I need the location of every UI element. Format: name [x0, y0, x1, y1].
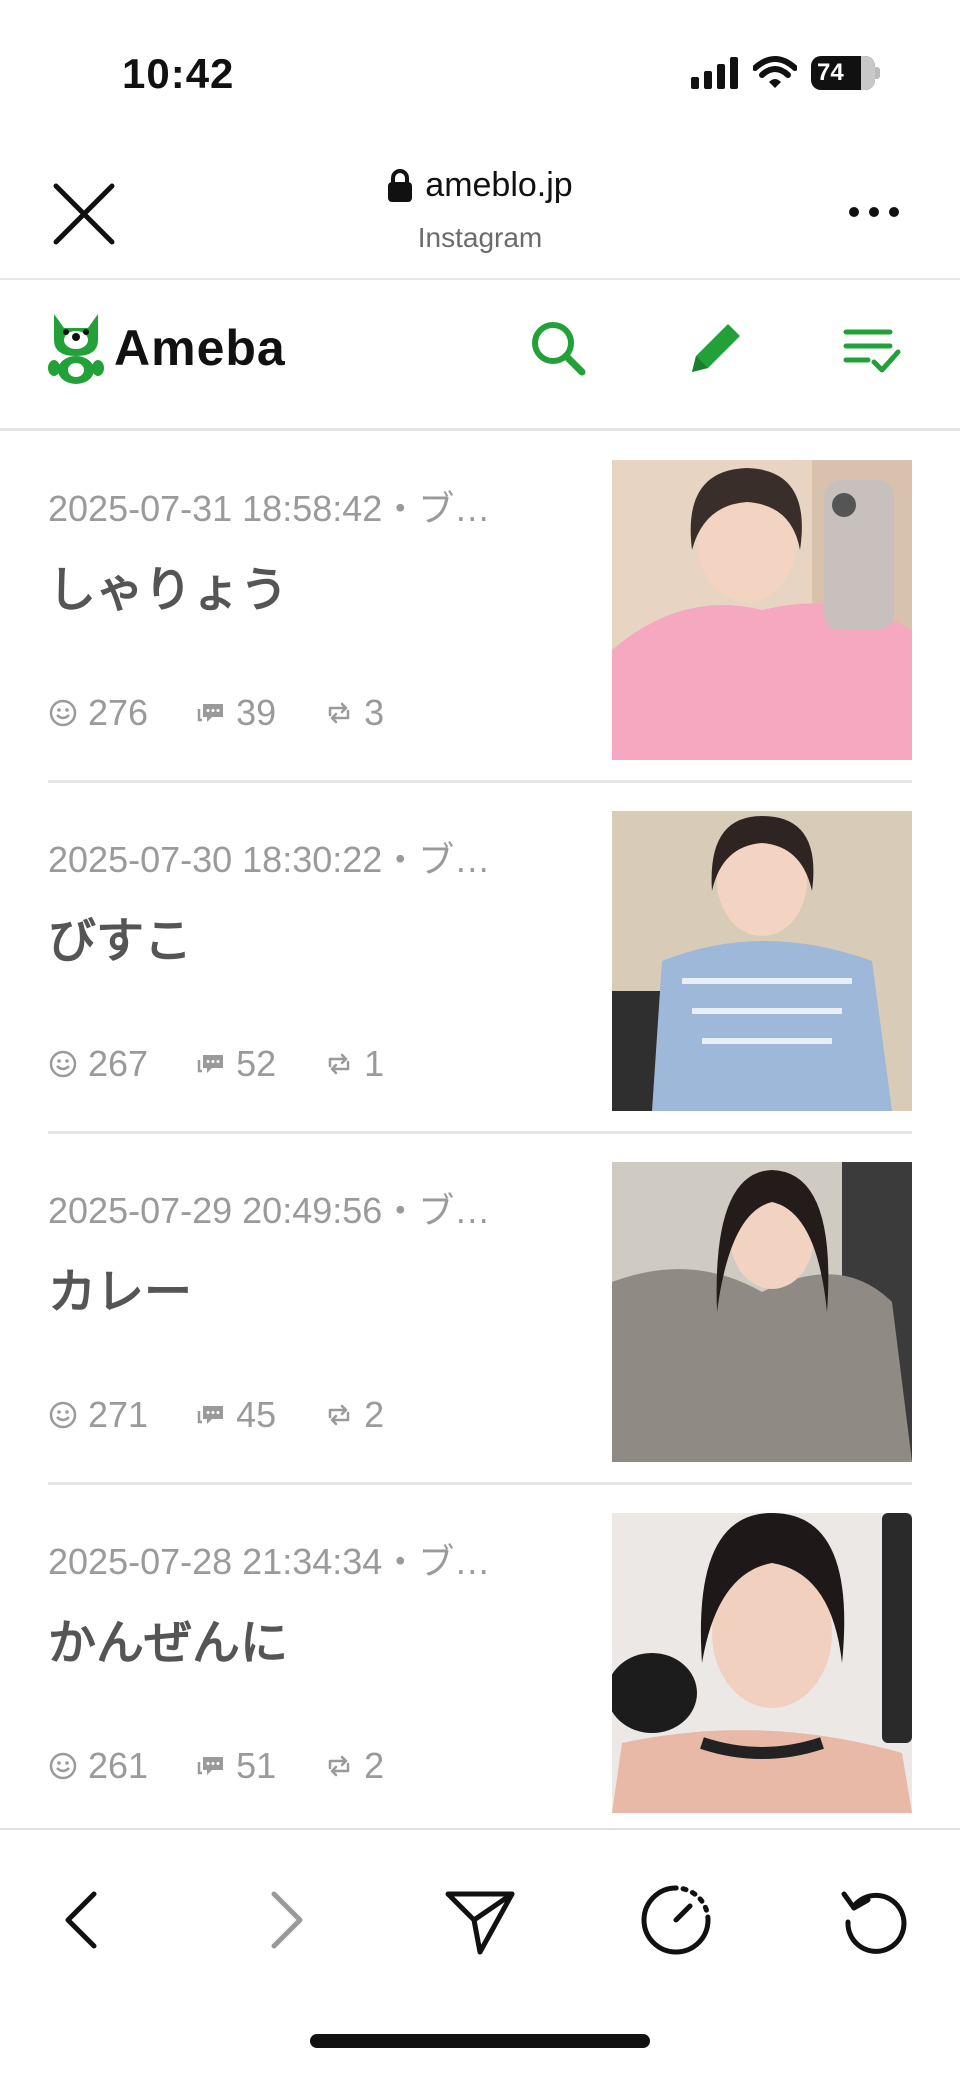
post-item[interactable]: 2025-07-28 21:34:34・ブ… かんぜんに 261 51 2: [0, 1485, 960, 1836]
browser-header: ameblo.jp Instagram: [0, 140, 960, 280]
battery-icon: 74: [811, 56, 875, 90]
post-stats: 276 39 3: [48, 692, 432, 734]
post-item[interactable]: 2025-07-29 20:49:56・ブ… カレー 271 45 2: [0, 1134, 960, 1485]
reblog-icon: [328, 1755, 350, 1777]
post-stats: 271 45 2: [48, 1394, 432, 1436]
url-subtitle: Instagram: [417, 221, 543, 253]
lock-icon: [388, 168, 413, 202]
post-item[interactable]: 2025-07-31 18:58:42・ブ… しゃりょう 276 39 3: [0, 432, 960, 783]
share-send-icon[interactable]: [440, 1880, 520, 1960]
post-title: びすこ: [48, 915, 193, 968]
post-thumbnail[interactable]: [612, 811, 912, 1111]
comment-icon: [197, 1757, 224, 1775]
wifi-icon: [753, 56, 797, 88]
ameba-header: Ameba: [0, 280, 960, 431]
reblog-count: 3: [364, 692, 385, 733]
comment-count: 51: [236, 1745, 277, 1786]
smile-icon: [49, 699, 77, 727]
smile-icon: [49, 1401, 77, 1429]
back-icon[interactable]: [44, 1880, 124, 1960]
post-datetime: 2025-07-31 18:58:42・ブ…: [48, 488, 491, 529]
checklist-icon[interactable]: [840, 316, 904, 380]
reblog-count: 2: [364, 1745, 385, 1786]
url-domain: ameblo.jp: [425, 166, 573, 204]
like-count: 271: [88, 1394, 149, 1435]
more-options-icon[interactable]: [844, 192, 904, 232]
comment-icon: [197, 704, 224, 722]
reblog-icon: [328, 1404, 350, 1426]
post-stats: 267 52 1: [48, 1043, 432, 1085]
ameba-mascot-icon: [48, 314, 104, 384]
timer-icon[interactable]: [636, 1880, 716, 1960]
like-count: 267: [88, 1043, 149, 1084]
reblog-count: 1: [364, 1043, 385, 1084]
post-thumbnail[interactable]: [612, 460, 912, 760]
forward-icon[interactable]: [244, 1880, 324, 1960]
post-title: かんぜんに: [48, 1617, 289, 1670]
like-count: 261: [88, 1745, 149, 1786]
like-count: 276: [88, 692, 149, 733]
cellular-signal-icon: [691, 57, 738, 89]
status-time: 10:42: [122, 50, 235, 97]
reblog-icon: [328, 1053, 350, 1075]
post-stats: 261 51 2: [48, 1745, 432, 1787]
status-icons: 74: [691, 56, 880, 90]
reload-icon[interactable]: [836, 1880, 916, 1960]
comment-icon: [197, 1406, 224, 1424]
comment-count: 52: [236, 1043, 277, 1084]
post-title: カレー: [48, 1266, 193, 1319]
post-title: しゃりょう: [48, 564, 289, 617]
comment-count: 45: [236, 1394, 277, 1435]
smile-icon: [49, 1050, 77, 1078]
reblog-icon: [328, 702, 350, 724]
post-datetime: 2025-07-28 21:34:34・ブ…: [48, 1541, 491, 1582]
post-datetime: 2025-07-30 18:30:22・ブ…: [48, 839, 491, 880]
comment-icon: [197, 1055, 224, 1073]
home-indicator[interactable]: [310, 2034, 650, 2048]
post-datetime: 2025-07-29 20:49:56・ブ…: [48, 1190, 491, 1231]
ameba-logo[interactable]: Ameba: [46, 310, 286, 386]
battery-level: 74: [817, 59, 844, 86]
status-bar: 10:42 74: [0, 0, 960, 140]
comment-count: 39: [236, 692, 277, 733]
logo-text: Ameba: [114, 320, 286, 376]
post-thumbnail[interactable]: [612, 1162, 912, 1462]
post-list: 2025-07-31 18:58:42・ブ… しゃりょう 276 39 3 20…: [0, 432, 960, 1836]
url-display[interactable]: ameblo.jp Instagram: [0, 166, 960, 254]
pencil-icon[interactable]: [684, 316, 748, 380]
smile-icon: [49, 1752, 77, 1780]
search-icon[interactable]: [526, 316, 590, 380]
post-item[interactable]: 2025-07-30 18:30:22・ブ… びすこ 267 52 1: [0, 783, 960, 1134]
post-thumbnail[interactable]: [612, 1513, 912, 1813]
reblog-count: 2: [364, 1394, 385, 1435]
